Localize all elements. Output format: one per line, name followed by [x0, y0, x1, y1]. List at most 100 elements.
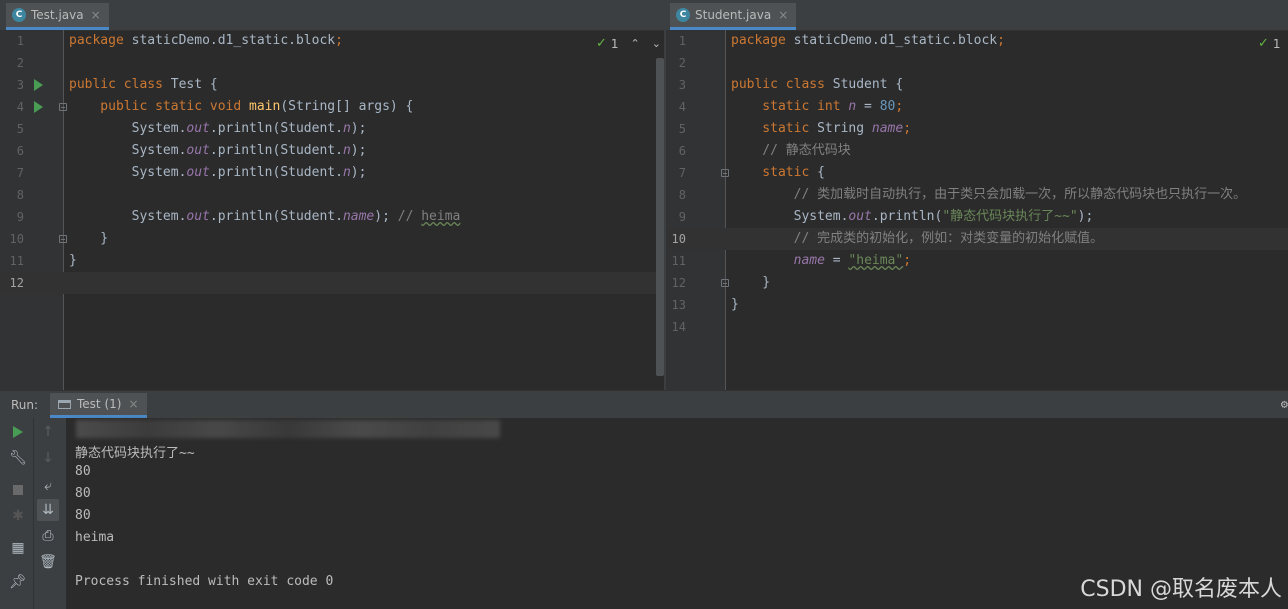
- code-text: package staticDemo.d1_static.block;: [731, 33, 1005, 48]
- soft-wrap-button[interactable]: ⤶: [37, 475, 59, 497]
- trash-icon: 🗑︎: [39, 554, 57, 570]
- watermark: CSDN @取名废本人: [1080, 577, 1282, 602]
- run-gutter-icon[interactable]: [34, 101, 43, 113]
- code-line[interactable]: 6 // 静态代码块: [666, 140, 1288, 162]
- code-line[interactable]: 8 // 类加载时自动执行，由于类只会加载一次，所以静态代码块也只执行一次。: [666, 184, 1288, 206]
- tab-student-java[interactable]: C Student.java ×: [670, 3, 797, 30]
- code-line[interactable]: 10 // 完成类的初始化，例如：对类变量的初始化赋值。: [666, 228, 1288, 250]
- line-number: 10: [671, 232, 686, 246]
- print-button[interactable]: ⎙: [37, 525, 59, 547]
- close-icon[interactable]: ×: [91, 8, 101, 22]
- code-area[interactable]: 1 package staticDemo.d1_static.block; 2 3 pu…: [666, 30, 1288, 338]
- code-line[interactable]: 3 public class Student {: [666, 74, 1288, 96]
- code-line[interactable]: 7 System.out.println(Student.n);: [0, 162, 664, 184]
- layout-button[interactable]: ▦: [7, 537, 29, 559]
- line-number: 4: [16, 100, 24, 114]
- code-text: System.out.println(Student.n);: [69, 165, 367, 180]
- clear-button[interactable]: 🗑︎: [37, 551, 59, 573]
- code-line[interactable]: 4 public static void main(String[] args)…: [0, 96, 664, 118]
- code-line[interactable]: 12 }: [666, 272, 1288, 294]
- exit-icon: ✱: [12, 508, 24, 524]
- code-line[interactable]: 7 static {: [666, 162, 1288, 184]
- run-tool-window-header: Run: Test (1) × ⚙: [0, 390, 1288, 418]
- code-line[interactable]: 12: [0, 272, 664, 294]
- rerun-button[interactable]: [7, 421, 29, 443]
- code-line[interactable]: 5 System.out.println(Student.n);: [0, 118, 664, 140]
- code-line[interactable]: 11}: [0, 250, 664, 272]
- run-gutter-icon[interactable]: [34, 79, 43, 91]
- editor-test-java[interactable]: C Test.java × 1 package staticDemo.d1_sta…: [0, 0, 664, 390]
- line-number: 3: [678, 78, 686, 92]
- line-number: 14: [671, 320, 686, 334]
- arrow-down-icon: ↓: [42, 450, 54, 466]
- line-number: 8: [16, 188, 24, 202]
- code-line[interactable]: 6 System.out.println(Student.n);: [0, 140, 664, 162]
- tab-label: Test.java: [31, 8, 84, 22]
- code-area[interactable]: 1 package staticDemo.d1_static.block; 2 3 pu…: [0, 30, 664, 294]
- pin-button[interactable]: 📌︎: [7, 571, 29, 593]
- line-number: 11: [9, 254, 24, 268]
- editor-tab-bar: C Test.java ×: [0, 0, 664, 31]
- code-text: package staticDemo.d1_static.block;: [69, 33, 343, 48]
- scroll-to-end-button[interactable]: ⇊: [37, 499, 59, 521]
- code-line[interactable]: 1 package staticDemo.d1_static.block;: [0, 30, 664, 52]
- code-line[interactable]: 13}: [666, 294, 1288, 316]
- inspection-widget[interactable]: ✓ 1: [1258, 36, 1281, 51]
- code-line[interactable]: 2: [666, 52, 1288, 74]
- code-line[interactable]: 9 System.out.println(Student.name); // h…: [0, 206, 664, 228]
- code-text: System.out.println(Student.n);: [69, 143, 367, 158]
- line-number: 12: [9, 276, 24, 290]
- console-line: 80: [75, 464, 91, 479]
- code-line[interactable]: 5 static String name;: [666, 118, 1288, 140]
- line-number: 13: [671, 298, 686, 312]
- java-class-icon: C: [676, 8, 690, 22]
- fold-icon[interactable]: [721, 279, 729, 287]
- wrap-icon: ⤶: [44, 478, 52, 494]
- run-label: Run:: [11, 398, 39, 412]
- scrollbar[interactable]: [656, 58, 664, 376]
- fold-icon[interactable]: [721, 169, 729, 177]
- code-line[interactable]: 11 name = "heima";: [666, 250, 1288, 272]
- line-number: 7: [678, 166, 686, 180]
- edit-config-button[interactable]: 🔧︎: [7, 447, 29, 469]
- tab-run-test[interactable]: Test (1) ×: [50, 393, 147, 418]
- stop-button[interactable]: [7, 479, 29, 501]
- inspection-widget[interactable]: ✓ 1 ⌃ ⌄: [596, 36, 661, 51]
- code-text: }: [69, 231, 109, 246]
- chevron-down-icon[interactable]: ⌄: [652, 37, 661, 50]
- close-icon[interactable]: ×: [778, 8, 788, 22]
- console-line: 80: [75, 486, 91, 501]
- code-text: static String name;: [731, 121, 912, 136]
- line-number: 7: [16, 166, 24, 180]
- line-number: 1: [16, 34, 24, 48]
- down-button[interactable]: ↓: [37, 447, 59, 469]
- line-number: 5: [678, 122, 686, 136]
- line-number: 4: [678, 100, 686, 114]
- java-class-icon: C: [12, 8, 26, 22]
- code-line[interactable]: 2: [0, 52, 664, 74]
- fold-icon[interactable]: [59, 103, 67, 111]
- console-line: 静态代码块执行了~~: [75, 446, 195, 461]
- up-button[interactable]: ↑: [37, 421, 59, 443]
- arrow-up-icon: ↑: [42, 424, 54, 440]
- code-line[interactable]: 10 }: [0, 228, 664, 250]
- code-text: static {: [731, 165, 825, 180]
- chevron-up-icon[interactable]: ⌃: [631, 37, 640, 50]
- tab-test-java[interactable]: C Test.java ×: [6, 3, 109, 30]
- fold-icon[interactable]: [59, 235, 67, 243]
- stop-icon: [13, 485, 23, 495]
- exit-button[interactable]: ✱: [7, 505, 29, 527]
- code-line[interactable]: 9 System.out.println("静态代码块执行了~~");: [666, 206, 1288, 228]
- code-line[interactable]: 8: [0, 184, 664, 206]
- close-icon[interactable]: ×: [128, 397, 138, 411]
- editor-student-java[interactable]: C Student.java × 1 package staticDemo.d1_…: [666, 0, 1288, 390]
- print-icon: ⎙: [42, 528, 54, 544]
- code-line[interactable]: 14: [666, 316, 1288, 338]
- code-line[interactable]: 3 public class Test {: [0, 74, 664, 96]
- code-line[interactable]: 4 static int n = 80;: [666, 96, 1288, 118]
- code-line[interactable]: 1 package staticDemo.d1_static.block;: [666, 30, 1288, 52]
- code-text: // 静态代码块: [731, 143, 851, 158]
- code-text: }: [731, 297, 739, 312]
- code-text: public class Test {: [69, 77, 218, 92]
- gear-icon[interactable]: ⚙: [1281, 397, 1288, 411]
